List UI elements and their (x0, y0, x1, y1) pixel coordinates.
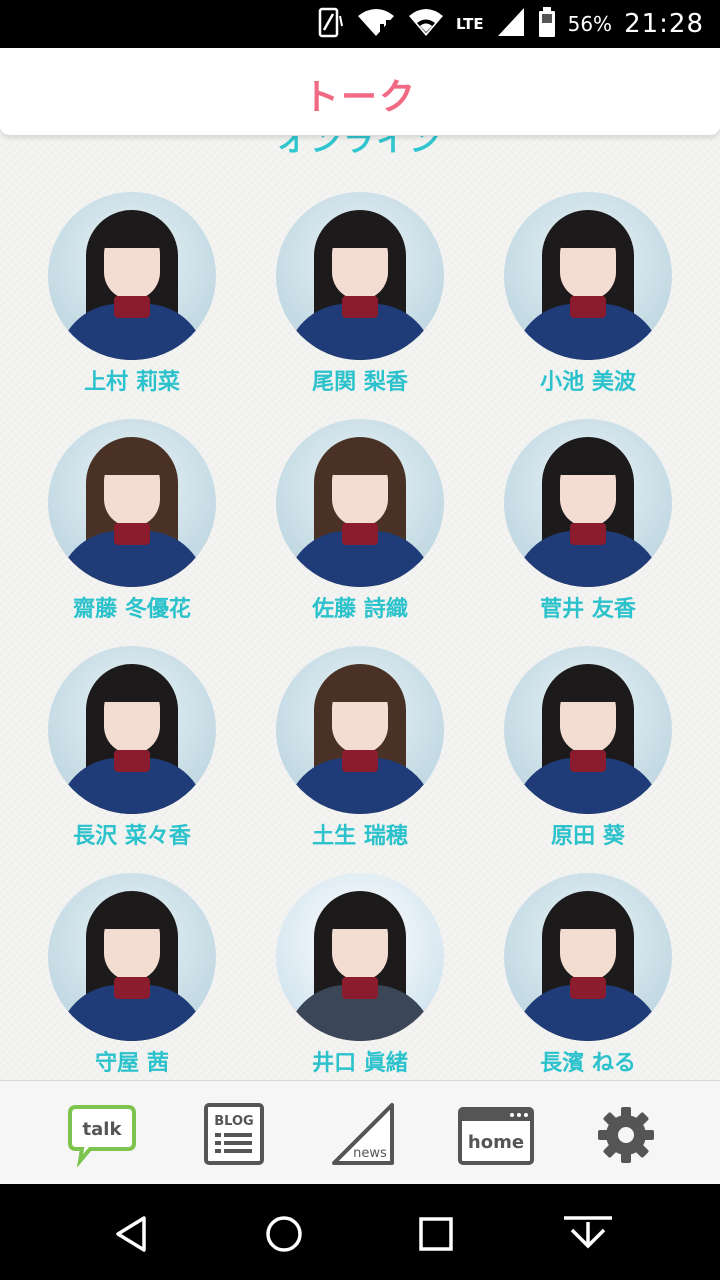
system-nav-bar (0, 1184, 720, 1280)
app-content: トーク オンライン 上村 莉菜 尾関 梨香 小池 美波 齋藤 冬優花 佐藤 詩織… (0, 48, 720, 1184)
nav-settings-button[interactable] (556, 1081, 700, 1184)
member-item[interactable]: 上村 莉菜 (32, 192, 232, 402)
member-name: 井口 眞緒 (312, 1051, 408, 1076)
bottom-nav: talk BLOG news home (0, 1080, 720, 1184)
member-name: 佐藤 詩織 (312, 597, 408, 622)
news-label: news (353, 1146, 387, 1161)
back-icon[interactable] (112, 1214, 152, 1254)
member-item[interactable]: 尾関 梨香 (260, 192, 460, 402)
member-name: 守屋 茜 (95, 1051, 169, 1076)
member-item[interactable]: 齋藤 冬優花 (32, 419, 232, 629)
member-avatar[interactable] (276, 192, 444, 360)
member-name: 齋藤 冬優花 (73, 597, 191, 622)
member-name: 菅井 友香 (540, 597, 636, 622)
blog-label: BLOG (214, 1114, 253, 1129)
talk-label: talk (83, 1119, 123, 1140)
member-name: 上村 莉菜 (84, 370, 180, 395)
vibrate-icon (314, 6, 344, 42)
battery-percent: 56% (567, 12, 613, 36)
wifi-calling-icon (356, 6, 396, 42)
member-name: 尾関 梨香 (312, 370, 408, 395)
member-avatar[interactable] (48, 646, 216, 814)
member-avatar[interactable] (504, 192, 672, 360)
member-avatar[interactable] (504, 419, 672, 587)
battery-icon (538, 6, 556, 42)
home-circle-icon[interactable] (264, 1214, 304, 1254)
home-label: home (468, 1132, 524, 1153)
member-name: 土生 瑞穂 (312, 824, 408, 849)
member-avatar[interactable] (504, 646, 672, 814)
member-avatar[interactable] (48, 192, 216, 360)
member-name: 原田 葵 (551, 824, 625, 849)
news-icon: news (332, 1103, 394, 1165)
member-avatar[interactable] (48, 419, 216, 587)
member-item[interactable]: 菅井 友香 (488, 419, 688, 629)
member-avatar[interactable] (276, 646, 444, 814)
status-bar: LTE 56% 21:28 (0, 0, 720, 48)
member-item[interactable]: 土生 瑞穂 (260, 646, 460, 856)
member-avatar[interactable] (276, 419, 444, 587)
nav-blog-button[interactable]: BLOG (162, 1081, 306, 1184)
member-item[interactable]: 佐藤 詩織 (260, 419, 460, 629)
talk-icon: talk (68, 1105, 136, 1167)
page-title: トーク (302, 77, 417, 118)
notification-pull-icon[interactable] (562, 1214, 614, 1254)
member-avatar[interactable] (504, 873, 672, 1041)
member-item[interactable]: 小池 美波 (488, 192, 688, 402)
member-avatar[interactable] (276, 873, 444, 1041)
lte-signal-icon (496, 6, 526, 42)
member-avatar[interactable] (48, 873, 216, 1041)
clock: 21:28 (624, 9, 704, 39)
home-icon: home (458, 1107, 534, 1165)
member-item[interactable]: 井口 眞緒 (260, 873, 460, 1083)
header-bar: トーク (0, 48, 720, 136)
network-type: LTE (456, 15, 484, 33)
member-name: 長沢 菜々香 (73, 824, 191, 849)
member-name: 長濱 ねる (540, 1051, 636, 1076)
member-name: 小池 美波 (540, 370, 636, 395)
nav-news-button[interactable]: news (294, 1081, 438, 1184)
wifi-icon (408, 6, 444, 42)
nav-home-button[interactable]: home (424, 1081, 568, 1184)
member-item[interactable]: 守屋 茜 (32, 873, 232, 1083)
gear-icon (598, 1107, 654, 1163)
member-item[interactable]: 長濱 ねる (488, 873, 688, 1083)
member-item[interactable]: 長沢 菜々香 (32, 646, 232, 856)
blog-icon: BLOG (204, 1103, 264, 1165)
recents-icon[interactable] (418, 1214, 454, 1254)
member-item[interactable]: 原田 葵 (488, 646, 688, 856)
nav-talk-button[interactable]: talk (30, 1081, 174, 1184)
